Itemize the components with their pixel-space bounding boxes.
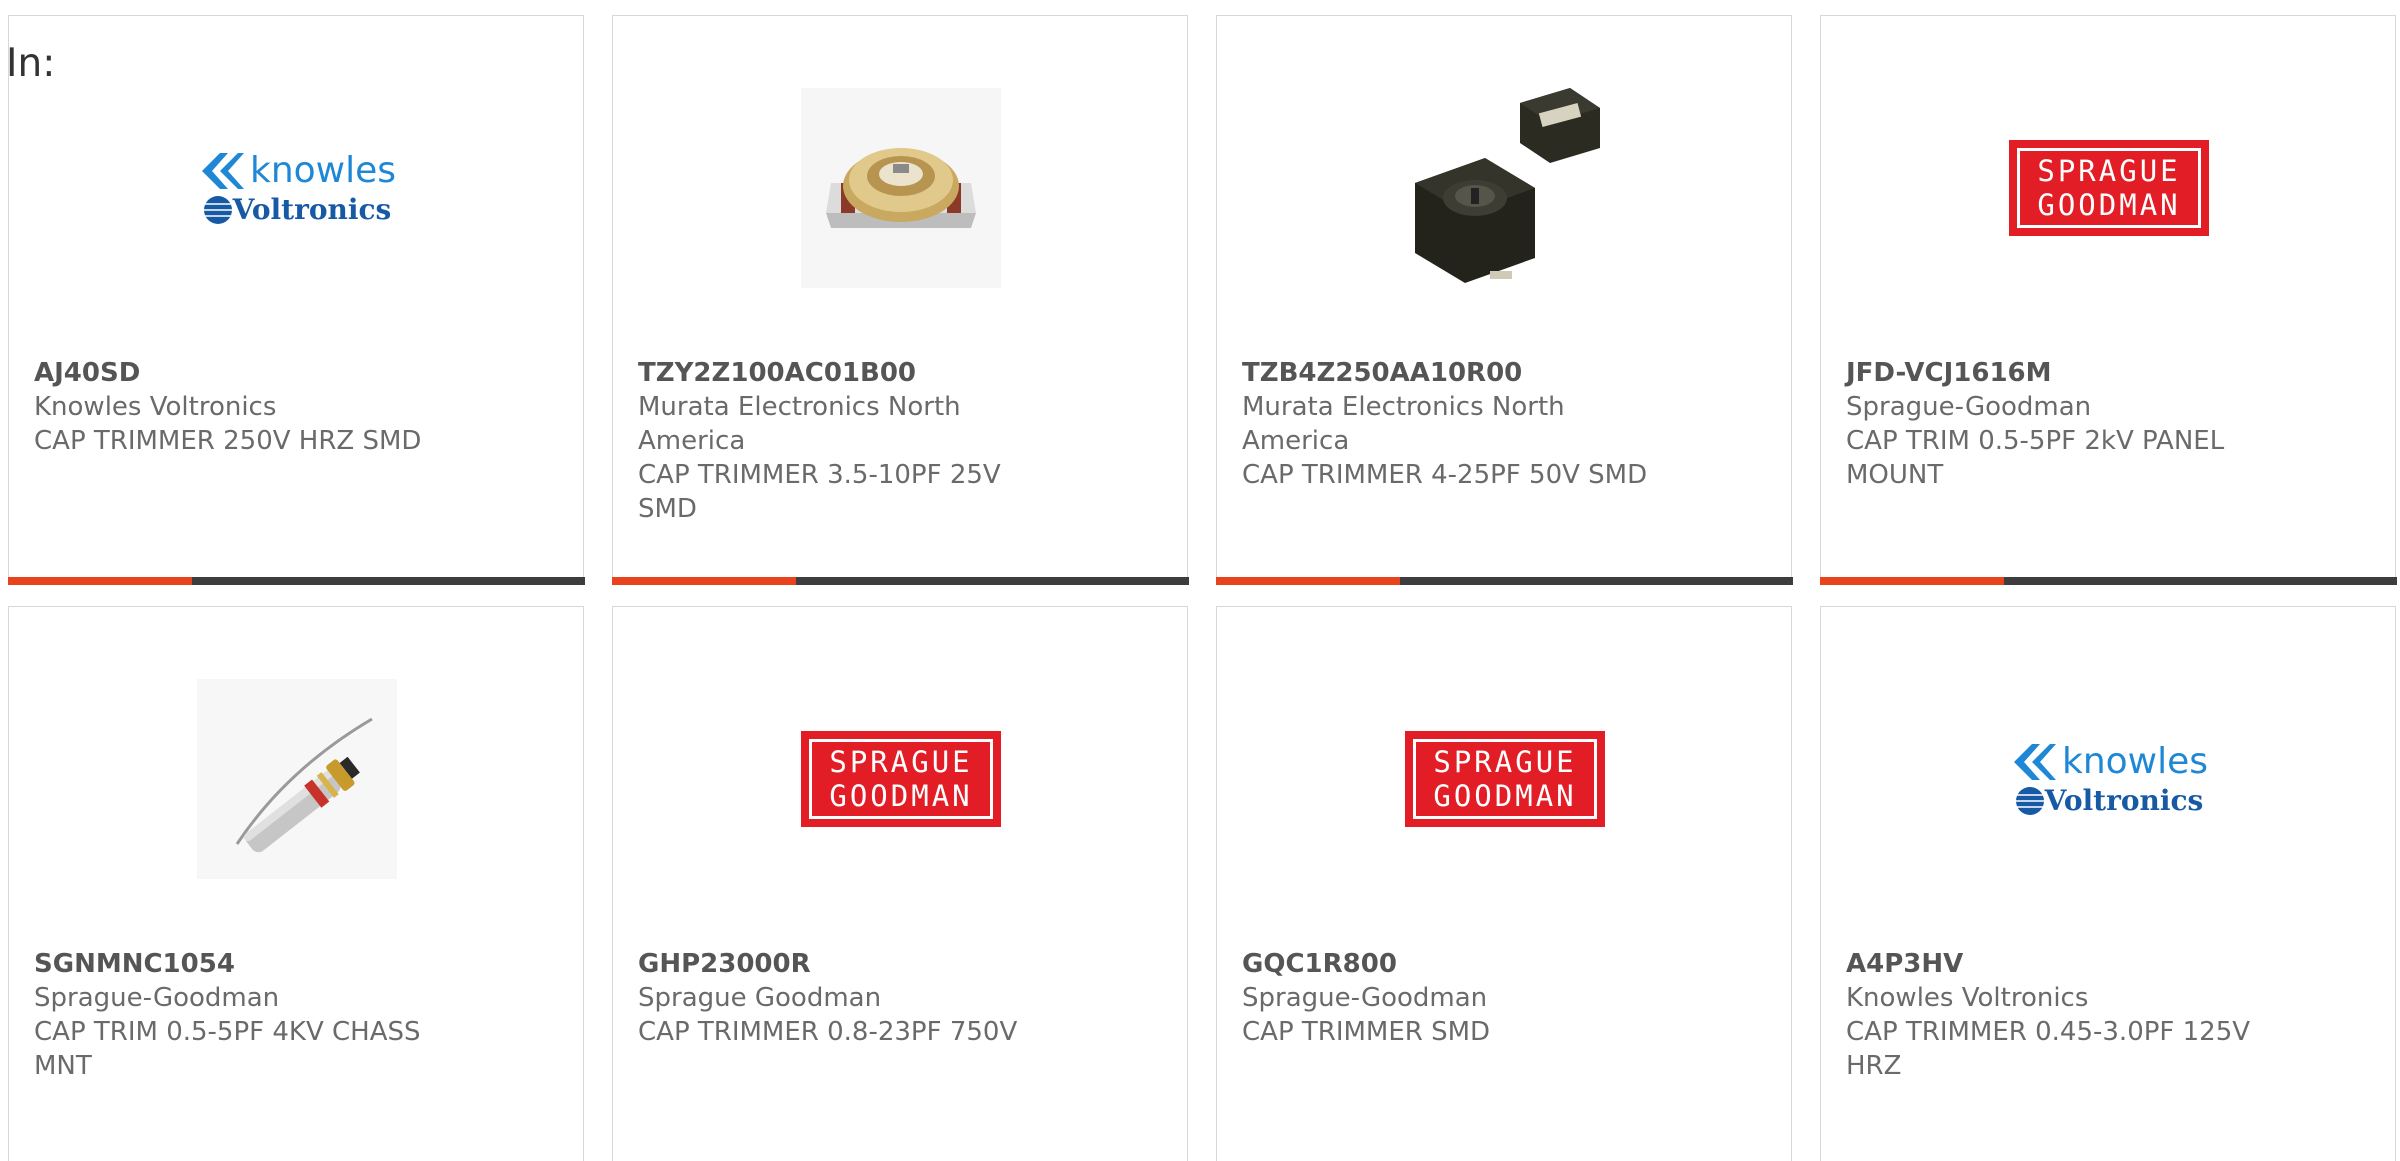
trimmer-capacitor-photo-gold — [801, 88, 1001, 288]
part-number-link[interactable]: TZY2Z100AC01B00 — [638, 356, 1058, 390]
product-card[interactable]: SPRAGUE GOODMAN GQC1R800 Sprague-Goodman… — [1216, 606, 1792, 1161]
description: CAP TRIMMER 3.5-10PF 25V SMD — [638, 460, 1001, 524]
product-image — [801, 88, 1001, 288]
manufacturer: Sprague-Goodman — [1242, 983, 1488, 1013]
product-image: knowles Voltronics — [2009, 679, 2209, 879]
description: CAP TRIMMER 0.8-23PF 750V — [638, 1017, 1018, 1047]
product-card[interactable]: SPRAGUE GOODMAN JFD-VCJ1616M Sprague-Goo… — [1819, 15, 2397, 585]
manufacturer: Knowles Voltronics — [1846, 983, 2089, 1013]
manufacturer: Sprague-Goodman — [1846, 392, 2092, 422]
description: CAP TRIM 0.5-5PF 2kV PANEL MOUNT — [1846, 426, 2225, 490]
description: CAP TRIMMER 250V HRZ SMD — [34, 426, 422, 456]
product-image: knowles Voltronics — [197, 88, 397, 288]
product-image: SPRAGUE GOODMAN — [1405, 679, 1605, 879]
product-card[interactable]: SGNMNC1054 Sprague-Goodman CAP TRIM 0.5-… — [8, 606, 584, 1161]
filter-label: In: — [6, 41, 56, 86]
part-number-link[interactable]: TZB4Z250AA10R00 — [1242, 356, 1662, 390]
progress-fill — [7, 577, 193, 585]
product-card[interactable]: knowles Voltronics AJ40SD Knowles Voltro… — [7, 15, 585, 585]
sprague-goodman-logo: SPRAGUE GOODMAN — [2009, 140, 2209, 236]
description: CAP TRIM 0.5-5PF 4KV CHASS MNT — [34, 1017, 421, 1081]
knowles-voltronics-logo: knowles Voltronics — [2009, 729, 2209, 829]
manufacturer: Murata Electronics North America — [1242, 392, 1565, 456]
progress-fill — [1215, 577, 1401, 585]
trimmer-capacitor-photo-black — [1415, 88, 1600, 283]
knowles-chevron-icon — [2013, 743, 2056, 780]
part-number-link[interactable]: AJ40SD — [34, 356, 454, 390]
globe-icon — [2015, 786, 2044, 815]
product-card[interactable]: knowles Voltronics A4P3HV Knowles Voltro… — [1820, 606, 2396, 1161]
progress-bar — [611, 577, 1189, 585]
piston-trimmer-photo — [197, 679, 397, 879]
product-image: SPRAGUE GOODMAN — [801, 679, 1001, 879]
progress-bar — [1819, 577, 2397, 585]
description: CAP TRIMMER SMD — [1242, 1017, 1491, 1047]
progress-fill — [611, 577, 797, 585]
product-card[interactable]: TZB4Z250AA10R00 Murata Electronics North… — [1215, 15, 1793, 585]
sprague-goodman-logo: SPRAGUE GOODMAN — [801, 731, 1001, 827]
knowles-voltronics-logo: knowles Voltronics — [197, 138, 397, 238]
globe-icon — [203, 195, 232, 224]
part-number-link[interactable]: JFD-VCJ1616M — [1846, 356, 2266, 390]
part-number-link[interactable]: A4P3HV — [1846, 947, 2266, 981]
description: CAP TRIMMER 0.45-3.0PF 125V HRZ — [1846, 1017, 2251, 1081]
progress-bar — [7, 577, 585, 585]
manufacturer: Sprague-Goodman — [34, 983, 280, 1013]
description: CAP TRIMMER 4-25PF 50V SMD — [1242, 460, 1648, 490]
part-number-link[interactable]: GHP23000R — [638, 947, 1058, 981]
product-image — [197, 679, 397, 879]
product-image: SPRAGUE GOODMAN — [2009, 88, 2209, 288]
manufacturer: Sprague Goodman — [638, 983, 882, 1013]
part-number-link[interactable]: SGNMNC1054 — [34, 947, 454, 981]
product-card[interactable]: SPRAGUE GOODMAN GHP23000R Sprague Goodma… — [612, 606, 1188, 1161]
progress-fill — [1819, 577, 2005, 585]
manufacturer: Murata Electronics North America — [638, 392, 961, 456]
sprague-goodman-logo: SPRAGUE GOODMAN — [1405, 731, 1605, 827]
product-image — [1405, 88, 1605, 288]
part-number-link[interactable]: GQC1R800 — [1242, 947, 1662, 981]
progress-bar — [1215, 577, 1793, 585]
product-card[interactable]: TZY2Z100AC01B00 Murata Electronics North… — [611, 15, 1189, 585]
knowles-chevron-icon — [201, 152, 244, 189]
manufacturer: Knowles Voltronics — [34, 392, 277, 422]
